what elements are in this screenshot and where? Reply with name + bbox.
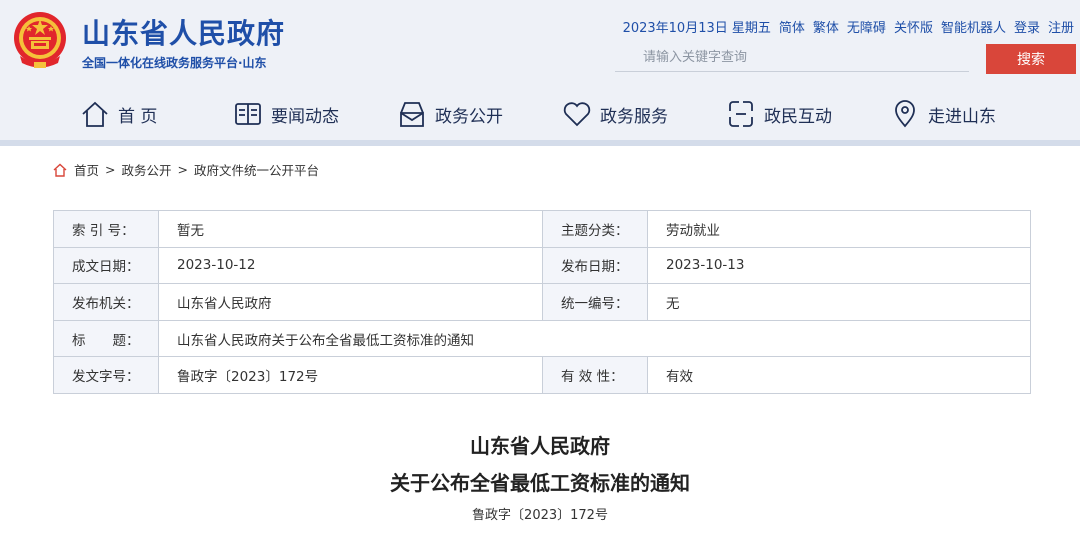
nav-label: 政务服务	[600, 106, 668, 127]
link-accessibility[interactable]: 无障碍	[847, 17, 886, 36]
link-robot[interactable]: 智能机器人	[941, 17, 1006, 36]
info-key: 发布日期：	[542, 246, 648, 285]
breadcrumb-separator: >	[105, 162, 116, 177]
info-value: 暂无	[158, 210, 543, 248]
mailbox-icon	[400, 102, 424, 127]
info-key: 索 引 号：	[53, 210, 159, 248]
info-value: 2023-10-12	[158, 246, 543, 285]
info-value: 无	[647, 283, 1031, 321]
search-button[interactable]: 搜索	[986, 44, 1076, 74]
info-key: 发布机关：	[53, 283, 159, 321]
info-value: 山东省人民政府	[158, 283, 543, 321]
location-icon	[895, 100, 915, 128]
nav-gov-open[interactable]: 政务公开	[397, 94, 503, 134]
breadcrumb-home[interactable]: 首页	[74, 160, 99, 179]
table-row: 索 引 号： 暂无 主题分类： 劳动就业	[53, 210, 1031, 248]
top-utility-bar: 2023年10月13日 星期五 简体 繁体 无障碍 关怀版 智能机器人 登录 注…	[623, 17, 1074, 36]
header-divider	[0, 140, 1080, 146]
link-register[interactable]: 注册	[1048, 17, 1074, 36]
nav-gov-service[interactable]: 政务服务	[562, 94, 668, 134]
info-key: 主题分类：	[542, 210, 648, 248]
info-value: 鲁政字〔2023〕172号	[158, 356, 543, 394]
info-value: 劳动就业	[647, 210, 1031, 248]
info-value: 山东省人民政府关于公布全省最低工资标准的通知	[158, 319, 1031, 358]
nav-interaction[interactable]: 政民互动	[726, 94, 832, 134]
document-number: 鲁政字〔2023〕172号	[472, 508, 608, 523]
info-key: 标 题：	[53, 319, 159, 358]
site-header: 山东省人民政府 全国一体化在线政务服务平台·山东 2023年10月13日 星期五…	[0, 0, 1080, 140]
home-icon	[53, 163, 67, 177]
document-title-line2: 关于公布全省最低工资标准的通知	[390, 471, 690, 495]
document-title-line1: 山东省人民政府	[470, 434, 610, 458]
nav-explore-shandong[interactable]: 走进山东	[890, 94, 996, 134]
nav-news[interactable]: 要闻动态	[233, 94, 339, 134]
info-key: 发文字号：	[53, 356, 159, 394]
table-row: 标 题： 山东省人民政府关于公布全省最低工资标准的通知	[53, 319, 1031, 358]
site-name[interactable]: 山东省人民政府	[82, 12, 285, 52]
search-input[interactable]	[615, 44, 969, 72]
link-traditional[interactable]: 繁体	[813, 17, 839, 36]
nav-label: 政务公开	[435, 106, 503, 127]
interaction-icon	[729, 101, 753, 127]
breadcrumb: 首页 > 政务公开 > 政府文件统一公开平台	[52, 160, 319, 179]
nav-label: 走进山东	[928, 106, 996, 127]
heart-icon	[563, 102, 591, 127]
nav-label: 要闻动态	[271, 106, 339, 127]
table-row: 发布机关： 山东省人民政府 统一编号： 无	[53, 283, 1031, 321]
home-icon	[82, 101, 108, 127]
validity-status: 有效	[647, 356, 1031, 394]
info-key: 成文日期：	[53, 246, 159, 285]
breadcrumb-separator: >	[177, 162, 188, 177]
book-icon	[235, 103, 261, 125]
breadcrumb-gov-open[interactable]: 政务公开	[122, 160, 172, 179]
nav-home[interactable]: 首 页	[80, 94, 157, 134]
info-key: 统一编号：	[542, 283, 648, 321]
nav-label: 政民互动	[764, 106, 832, 127]
link-simplified[interactable]: 简体	[779, 17, 805, 36]
link-care-version[interactable]: 关怀版	[894, 17, 933, 36]
table-row: 成文日期： 2023-10-12 发布日期： 2023-10-13	[53, 246, 1031, 285]
info-value: 2023-10-13	[647, 246, 1031, 285]
document-info-table: 索 引 号： 暂无 主题分类： 劳动就业 成文日期： 2023-10-12 发布…	[53, 210, 1031, 394]
table-row: 发文字号： 鲁政字〔2023〕172号 有 效 性： 有效	[53, 356, 1031, 394]
national-emblem-icon	[14, 12, 66, 68]
main-nav: 首 页 要闻动态 政务公开 政务服务 政民互动 走进山东	[0, 94, 1080, 134]
info-key: 有 效 性：	[542, 356, 648, 394]
site-subtitle: 全国一体化在线政务服务平台·山东	[82, 56, 267, 70]
nav-label: 首 页	[118, 106, 158, 127]
link-login[interactable]: 登录	[1014, 17, 1040, 36]
breadcrumb-doc-platform[interactable]: 政府文件统一公开平台	[194, 160, 319, 179]
current-date: 2023年10月13日 星期五	[622, 21, 771, 36]
